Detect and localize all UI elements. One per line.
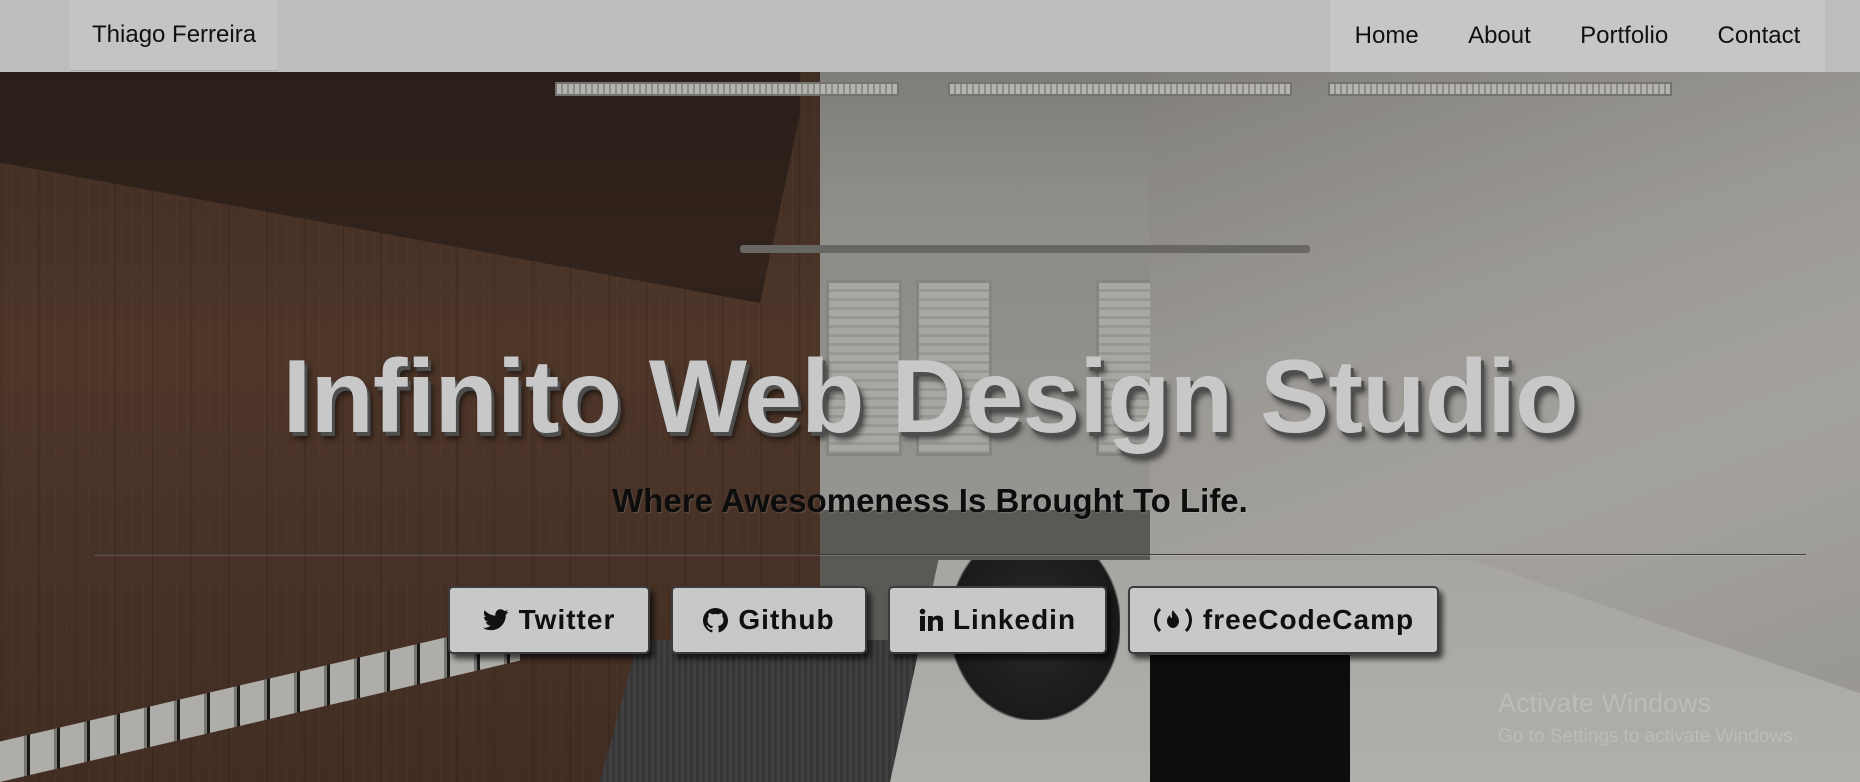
twitter-label: Twitter [518,604,616,635]
navbar: Thiago Ferreira Home About Portfolio Con… [0,0,1860,72]
twitter-button[interactable]: Twitter [448,586,650,654]
github-button[interactable]: Github [671,586,867,654]
brand-link[interactable]: Thiago Ferreira [70,0,278,71]
hero-title: Infinito Web Design Studio [282,339,1578,455]
github-label: Github [738,604,835,635]
github-icon [703,607,729,633]
linkedin-button[interactable]: Linkedin [888,586,1107,654]
watermark-subtitle: Go to Settings to activate Windows. [1498,726,1798,747]
activate-windows-watermark: Activate Windows Go to Settings to activ… [1498,688,1798,747]
hero-subtitle: Where Awesomeness Is Brought To Life. [612,482,1248,519]
divider [94,554,1806,556]
linkedin-icon [919,608,943,632]
nav-link-portfolio[interactable]: Portfolio [1580,22,1668,50]
freecodecamp-button[interactable]: freeCodeCamp [1128,586,1439,654]
nav-link-about[interactable]: About [1468,22,1531,50]
linkedin-label: Linkedin [952,604,1077,635]
freecodecamp-label: freeCodeCamp [1202,604,1415,635]
twitter-icon [482,609,509,631]
freecodecamp-icon [1153,607,1193,633]
nav-menu: Home About Portfolio Contact [1330,0,1825,72]
watermark-title: Activate Windows [1498,688,1712,718]
nav-link-home[interactable]: Home [1355,22,1419,50]
nav-link-contact[interactable]: Contact [1718,22,1801,50]
